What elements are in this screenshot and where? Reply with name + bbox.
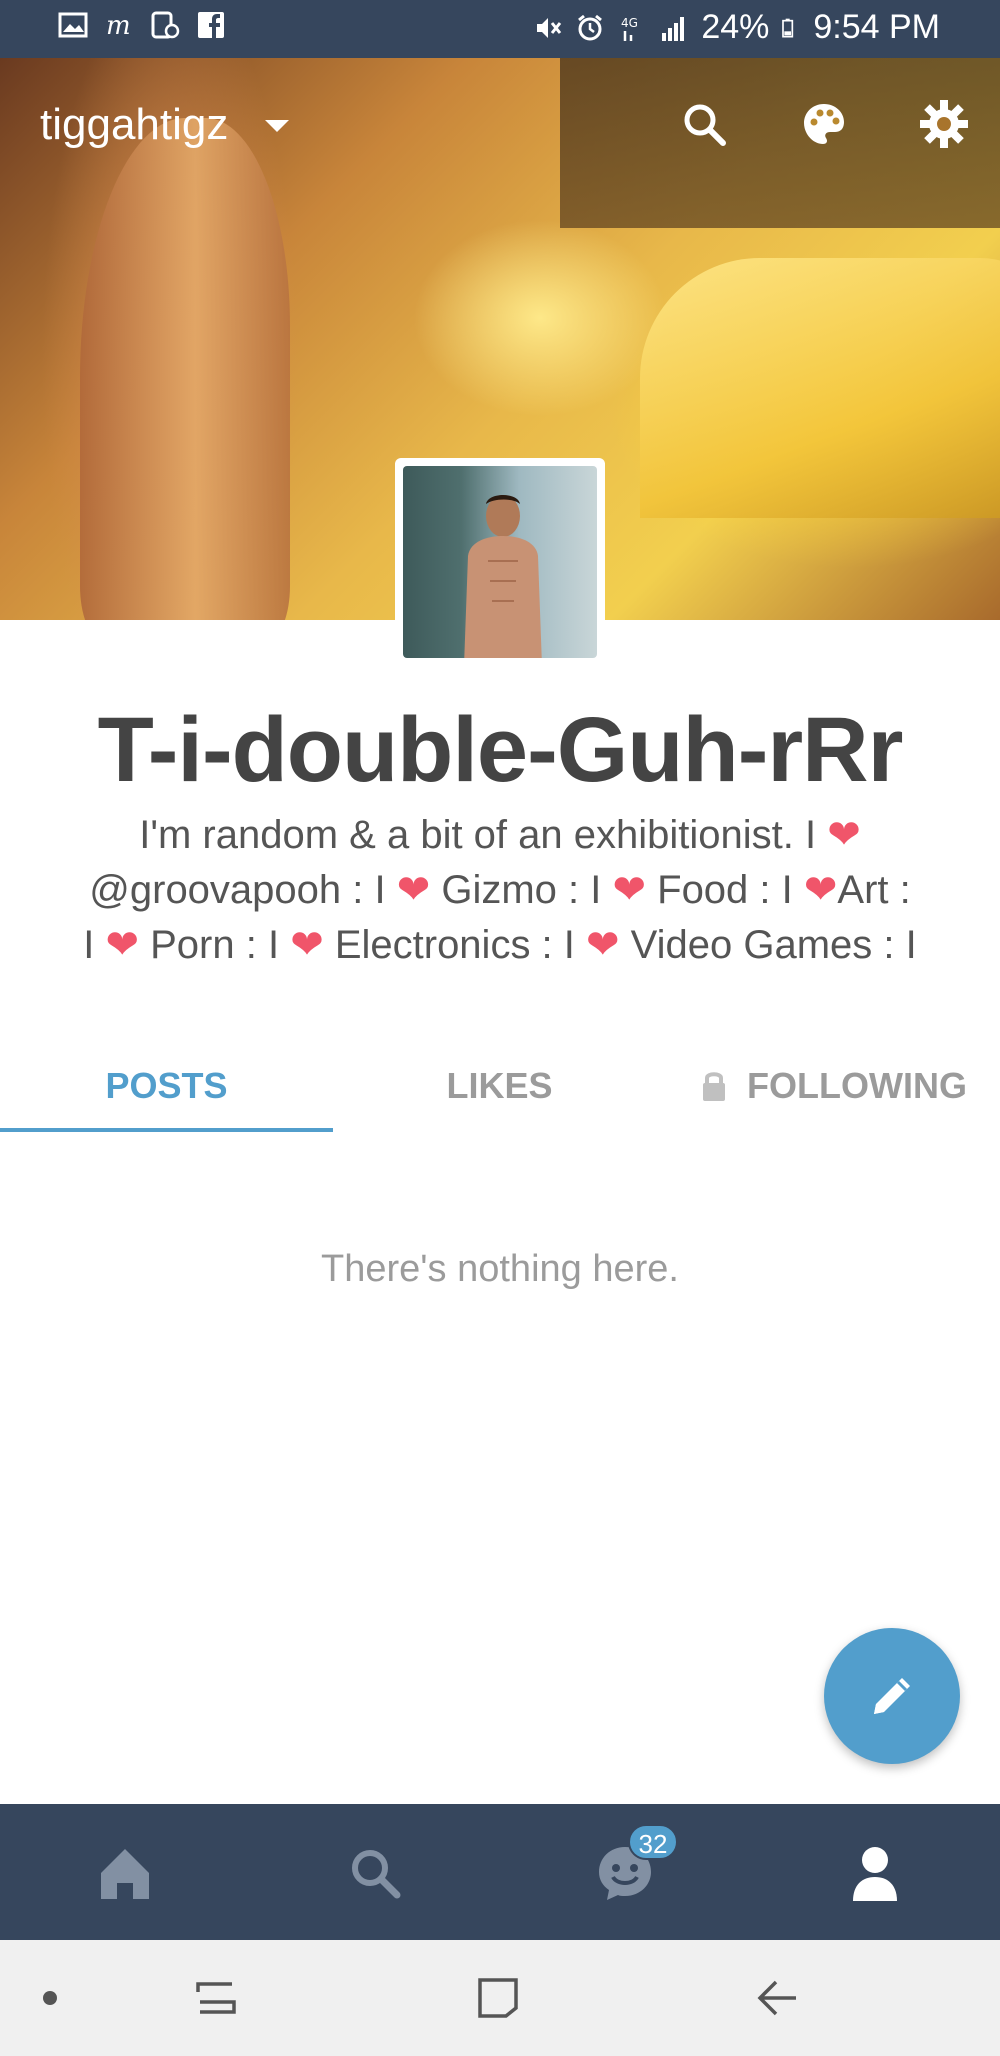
avatar-image [403, 466, 597, 658]
blog-description: I'm random & a bit of an exhibitionist. … [40, 808, 960, 973]
heart-icon: ❤ [612, 868, 647, 912]
facebook-icon [198, 12, 224, 38]
tab-likes[interactable]: LIKES [333, 1056, 666, 1116]
nav-account[interactable] [840, 1838, 910, 1908]
description-line: @groovapooh : I ❤ Gizmo : I ❤ Food : I ❤… [89, 868, 911, 912]
search-button[interactable] [676, 96, 732, 152]
system-nav [0, 1940, 1000, 2056]
customize-button[interactable] [796, 96, 852, 152]
heart-icon: ❤ [105, 923, 140, 967]
battery-percent: 24% [701, 8, 770, 46]
nav-home[interactable] [90, 1838, 160, 1908]
pencil-icon [874, 1678, 910, 1714]
account-icon [853, 1847, 897, 1901]
compose-button[interactable] [824, 1628, 960, 1764]
bottom-nav [0, 1804, 1000, 1940]
battery-icon [782, 18, 794, 37]
search-icon [352, 1850, 401, 1899]
tab-following[interactable]: FOLLOWING [666, 1056, 1000, 1116]
description-line: I ❤ Porn : I ❤ Electronics : I ❤ Video G… [83, 923, 917, 967]
tab-posts[interactable]: POSTS [0, 1056, 333, 1116]
avatar-person [464, 495, 542, 658]
description-line: I'm random & a bit of an exhibitionist. … [139, 813, 861, 857]
active-tab-indicator [0, 1128, 333, 1132]
recent-apps-icon [196, 1982, 236, 2014]
gallery-icon [58, 12, 88, 38]
back-arrow-icon [757, 1980, 796, 2016]
palette-icon [804, 104, 844, 144]
chevron-down-icon[interactable] [265, 120, 289, 132]
heart-icon: ❤ [290, 923, 324, 967]
home-square-icon [478, 1978, 518, 2018]
heart-icon: ❤ [827, 813, 861, 857]
home-button[interactable] [468, 1968, 528, 2028]
alarm-icon [578, 14, 603, 40]
search-icon [684, 104, 726, 146]
header-image-car [640, 258, 1000, 518]
status-bar: m 4G 24% 9:54 PM [0, 0, 1000, 58]
empty-state-message: There's nothing here. [321, 1248, 679, 1290]
home-icon [101, 1849, 149, 1899]
header-bar: tiggahtigz [0, 58, 1000, 198]
back-button[interactable] [748, 1968, 808, 2028]
lock-icon [703, 1072, 726, 1101]
recent-apps-button[interactable] [186, 1968, 246, 2028]
nav-search[interactable] [340, 1838, 410, 1908]
screen-recording-icon [151, 11, 180, 39]
activity-badge: 32 [628, 1824, 678, 1860]
svg-text:4G: 4G [621, 16, 638, 30]
heart-icon: ❤ [803, 868, 838, 912]
clock: 9:54 PM [813, 8, 940, 46]
system-status: 4G 24% 9:54 PM [533, 8, 940, 47]
avatar[interactable] [395, 458, 605, 666]
profile-tabs: POSTS LIKES FOLLOWING [0, 1042, 1000, 1134]
svg-text:m: m [106, 11, 131, 40]
network-4g-icon: 4G [621, 16, 638, 41]
notification-icons: m [58, 10, 226, 40]
blog-name-selector[interactable]: tiggahtigz [40, 100, 228, 150]
mute-icon [537, 17, 562, 38]
heart-icon: ❤ [586, 923, 620, 967]
m-app-icon: m [106, 11, 131, 40]
settings-button[interactable] [916, 96, 972, 152]
assist-dot[interactable] [20, 1968, 80, 2028]
heart-icon: ❤ [396, 868, 431, 912]
dot-icon [43, 1991, 57, 2005]
gear-icon [920, 100, 968, 148]
signal-icon [662, 16, 685, 41]
blog-title: T-i-double-Guh-rRr [97, 699, 904, 801]
